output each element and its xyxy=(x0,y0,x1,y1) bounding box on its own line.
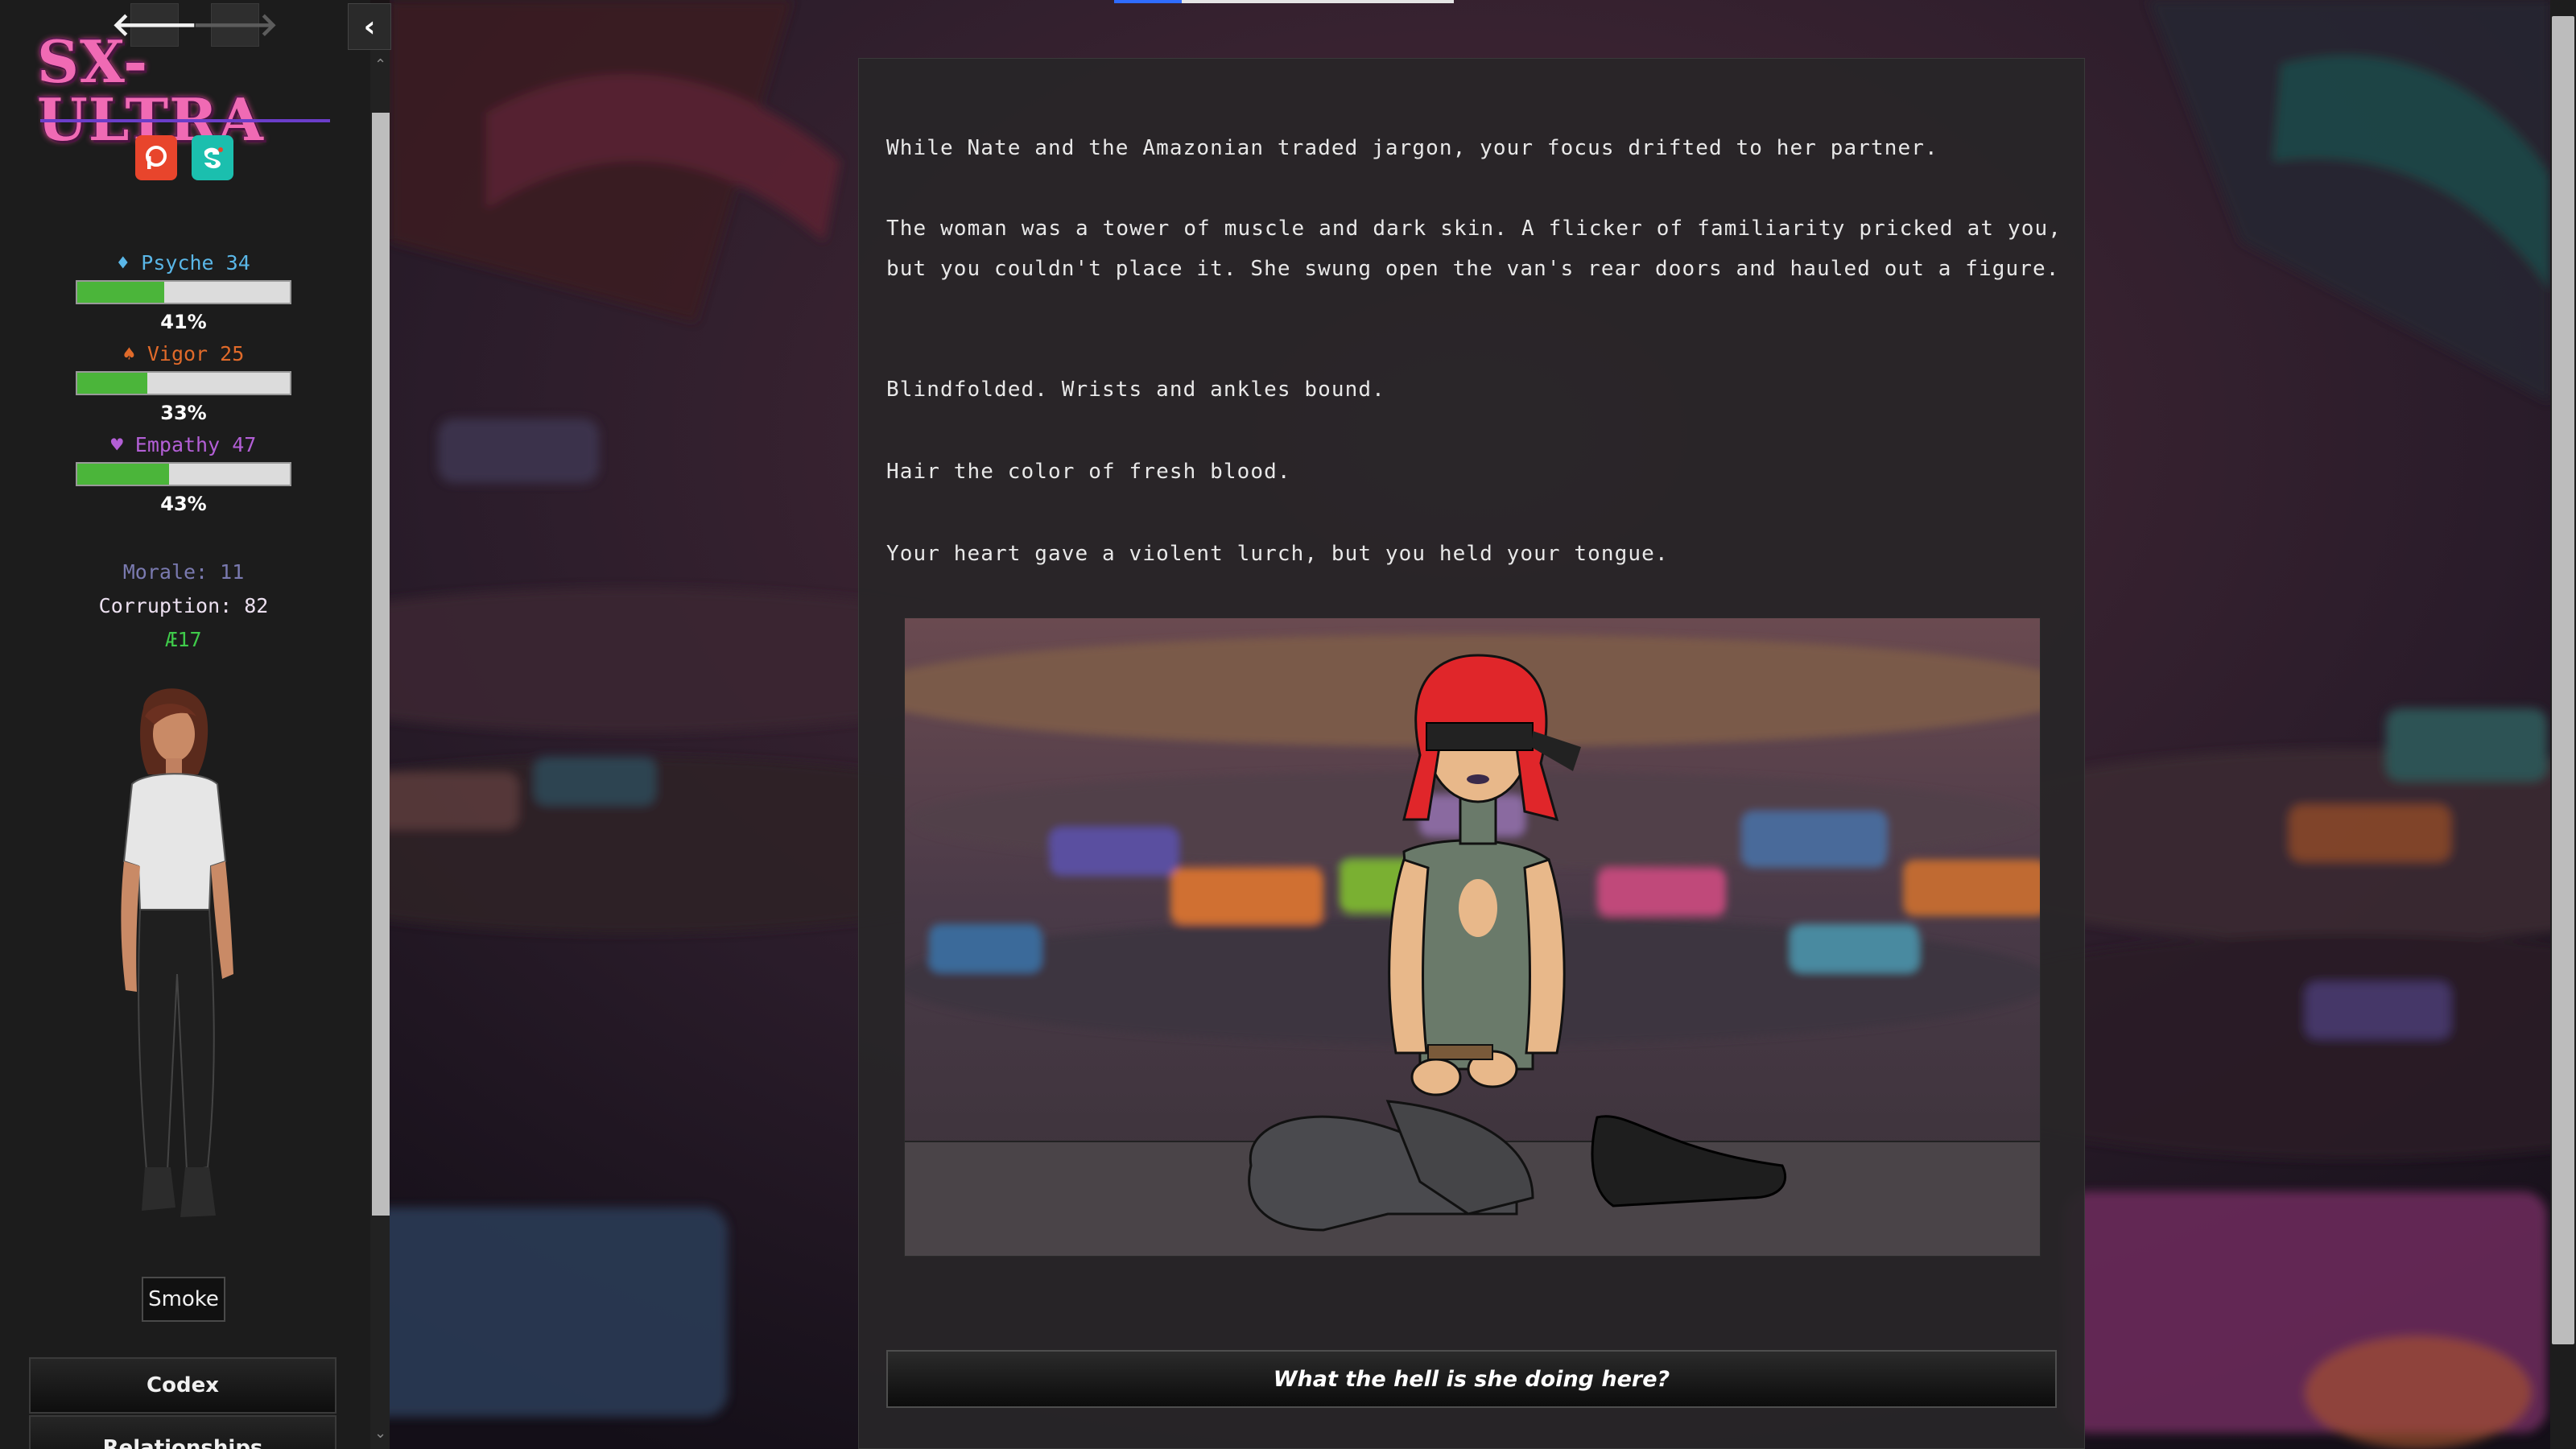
corruption-text: Corruption: 82 xyxy=(98,594,269,617)
progress-fill xyxy=(1114,0,1183,3)
stat-psyche-label: ♦ Psyche 34 xyxy=(117,251,250,275)
patreon-icon[interactable] xyxy=(135,135,177,180)
stat-psyche: ♦ Psyche 34 41% xyxy=(76,251,291,333)
codex-button[interactable]: Codex xyxy=(29,1357,336,1414)
stat-empathy: ♥ Empathy 47 43% xyxy=(76,433,291,515)
stat-psyche-fill xyxy=(77,282,165,303)
stat-psyche-bar xyxy=(76,280,291,304)
passage-paragraph: Blindfolded. Wrists and ankles bound. xyxy=(886,378,1385,402)
morale-text: Morale: 11 xyxy=(122,560,245,584)
subscribestar-icon[interactable] xyxy=(192,135,233,180)
scroll-up-icon[interactable]: ⌃ xyxy=(374,56,386,73)
logo-underline xyxy=(40,119,330,122)
sidebar-collapse-button[interactable]: ‹ xyxy=(348,3,391,50)
stat-empathy-fill xyxy=(77,464,169,485)
story-passage: While Nate and the Amazonian traded jarg… xyxy=(858,58,2085,1449)
game-logo: SX-ULTRA xyxy=(37,33,333,149)
stat-vigor-percent: 33% xyxy=(160,402,207,424)
passage-paragraph: Hair the color of fresh blood. xyxy=(886,460,1291,484)
player-portrait xyxy=(97,684,274,1264)
main-scrollbar-thumb[interactable] xyxy=(2552,16,2574,1344)
relationships-button[interactable]: Relationships xyxy=(29,1415,336,1449)
scroll-down-icon[interactable]: ⌄ xyxy=(374,1425,386,1442)
stat-psyche-percent: 41% xyxy=(160,311,207,333)
stat-vigor-fill xyxy=(77,373,148,394)
chevron-left-icon: ‹ xyxy=(363,10,376,43)
passage-paragraph: Your heart gave a violent lurch, but you… xyxy=(886,542,1669,566)
choice-link[interactable]: What the hell is she doing here? xyxy=(886,1350,2057,1408)
currency-text: Æ17 xyxy=(165,628,202,651)
smoke-button[interactable]: Smoke xyxy=(142,1277,225,1322)
stat-vigor-label: ♠ Vigor 25 xyxy=(122,342,245,365)
passage-paragraph: The woman was a tower of muscle and dark… xyxy=(886,217,2062,281)
stat-empathy-label: ♥ Empathy 47 xyxy=(110,433,257,456)
sidebar-scrollbar-thumb[interactable] xyxy=(372,113,390,1216)
sidebar: 🡐 🡒 SX-ULTRA ♦ Psyche 34 41% ♠ Vigor 25 … xyxy=(0,0,370,1449)
passage-paragraph: While Nate and the Amazonian traded jarg… xyxy=(886,136,1938,160)
logo-text: SX-ULTRA xyxy=(37,27,264,154)
scene-illustration xyxy=(904,617,2041,1257)
progress-bar xyxy=(1114,0,1454,3)
stat-vigor-bar xyxy=(76,371,291,395)
stat-empathy-percent: 43% xyxy=(160,493,207,515)
stat-vigor: ♠ Vigor 25 33% xyxy=(76,342,291,424)
stat-empathy-bar xyxy=(76,462,291,486)
